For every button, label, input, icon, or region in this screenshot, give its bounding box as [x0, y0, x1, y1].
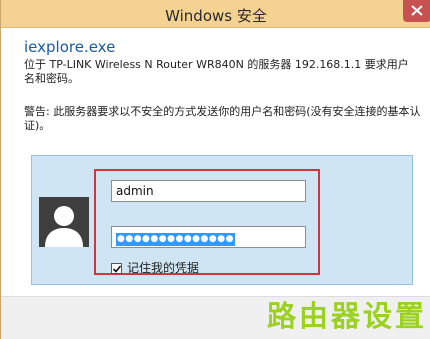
security-warning: 警告: 此服务器要求以不安全的方式发送你的用户名和密码(没有安全连接的基本认证)… [24, 105, 421, 132]
server-description: 位于 TP-LINK Wireless N Router WR840N 的服务器… [24, 58, 409, 85]
security-dialog: Windows 安全 iexplore.exe 位于 TP-LINK Wirel… [0, 0, 430, 339]
title-bar: Windows 安全 [1, 0, 430, 28]
remember-credentials[interactable]: 记住我的凭据 [111, 259, 199, 276]
close-icon [411, 5, 423, 16]
app-name: iexplore.exe [24, 38, 116, 56]
watermark: 路由器设置 [267, 299, 428, 333]
user-avatar-icon [45, 206, 83, 247]
password-value: ●●●●●●●●●●●●●● [116, 233, 235, 246]
window-title: Windows 安全 [165, 7, 267, 25]
username-value: admin [116, 184, 154, 198]
password-input[interactable]: ●●●●●●●●●●●●●● [111, 226, 306, 248]
checkmark-icon [112, 265, 122, 273]
remember-checkbox[interactable] [111, 263, 122, 274]
close-button[interactable] [403, 0, 430, 22]
remember-label: 记住我的凭据 [127, 261, 200, 275]
username-input[interactable]: admin [111, 180, 306, 202]
avatar [39, 197, 89, 247]
